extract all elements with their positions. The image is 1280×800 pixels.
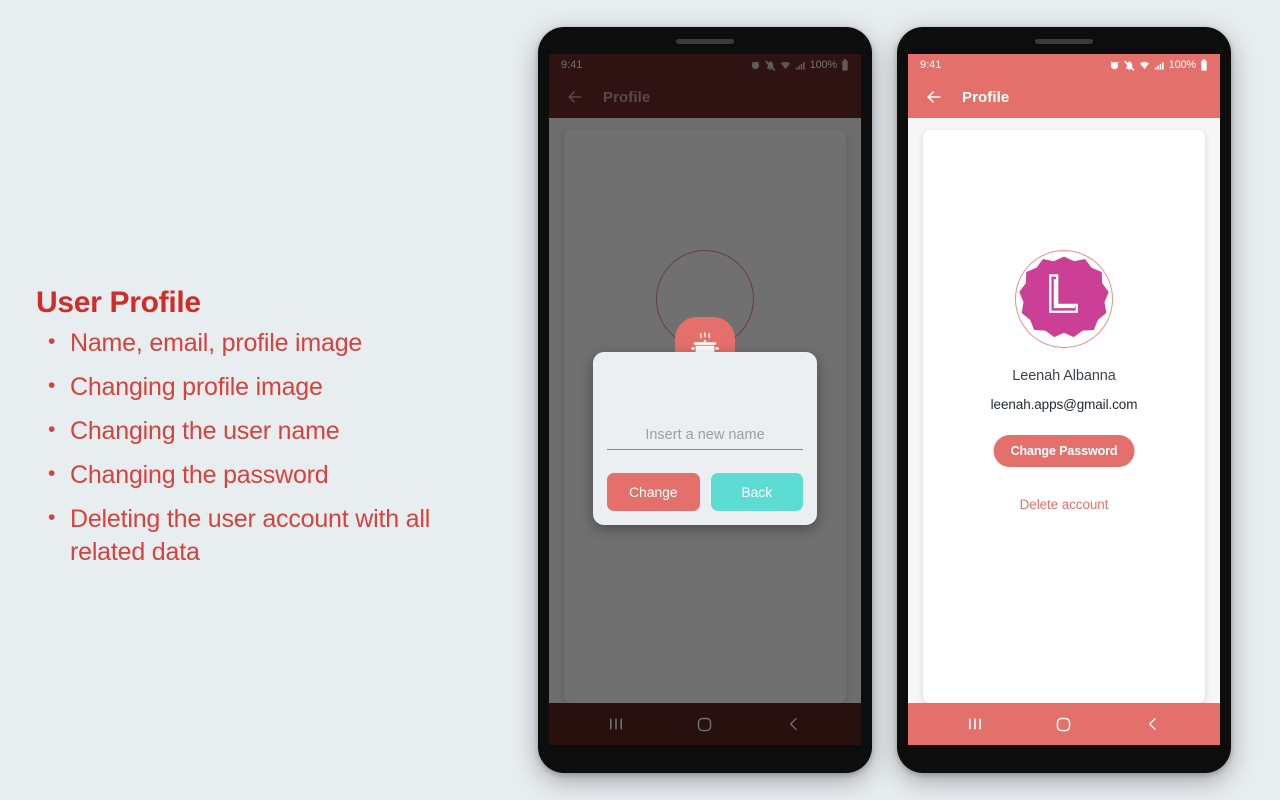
back-button[interactable]: Back	[710, 473, 803, 511]
rename-dialog-layer: Change Back	[549, 54, 861, 745]
battery-percent: 100%	[1168, 59, 1197, 71]
profile-name: Leenah Albanna	[1012, 368, 1116, 384]
list-item-label: Deleting the user account with all relat…	[70, 505, 431, 566]
battery-icon	[1200, 59, 1208, 71]
phone-mockup-profile: 9:41 100% Profile Leenah Albanna leenah.…	[897, 27, 1231, 773]
profile-email: leenah.apps@gmail.com	[990, 397, 1138, 412]
bullet-dot-icon: •	[48, 462, 56, 485]
list-item: • Changing the password	[36, 459, 506, 492]
phone-mockup-rename-dialog: 9:41 100%	[538, 27, 872, 773]
dialog-input-area	[593, 352, 817, 450]
list-item-label: Changing profile image	[70, 373, 323, 401]
list-item: • Changing the user name	[36, 415, 506, 448]
avatar[interactable]	[1015, 250, 1113, 348]
avatar-badge-icon	[1019, 256, 1109, 338]
delete-account-link[interactable]: Delete account	[923, 497, 1205, 512]
list-item: • Changing profile image	[36, 371, 506, 404]
status-bar: 9:41 100%	[908, 54, 1220, 76]
app-bar: Profile	[908, 76, 1220, 118]
home-icon[interactable]	[1050, 710, 1078, 738]
phone-screen: 9:41 100%	[549, 54, 861, 745]
dialog-actions: Change Back	[593, 450, 817, 511]
change-button[interactable]: Change	[607, 473, 700, 511]
status-icons: 100%	[1109, 59, 1208, 71]
bullet-dot-icon: •	[48, 330, 56, 353]
feature-bullet-list: • Name, email, profile image • Changing …	[36, 327, 506, 569]
slide-text-panel: User Profile • Name, email, profile imag…	[36, 286, 506, 580]
bullet-dot-icon: •	[48, 506, 56, 529]
speaker-grille	[1035, 39, 1093, 44]
status-time: 9:41	[920, 59, 942, 71]
page-title: User Profile	[36, 286, 201, 319]
signal-icon	[1154, 60, 1165, 71]
list-item-label: Changing the user name	[70, 417, 340, 445]
new-name-input[interactable]	[607, 427, 803, 450]
rename-dialog: Change Back	[593, 352, 817, 525]
profile-card: Leenah Albanna leenah.apps@gmail.com Cha…	[923, 130, 1205, 703]
recents-icon[interactable]	[961, 710, 989, 738]
phone-screen: 9:41 100%	[908, 54, 1220, 745]
alarm-icon	[1109, 60, 1120, 71]
list-item-label: Changing the password	[70, 461, 329, 489]
change-password-button[interactable]: Change Password	[993, 435, 1135, 467]
android-nav-bar	[908, 703, 1220, 745]
back-arrow-icon[interactable]	[924, 87, 944, 107]
list-item-label: Name, email, profile image	[70, 329, 363, 357]
screen-body: Leenah Albanna leenah.apps@gmail.com Cha…	[908, 118, 1220, 745]
mute-icon	[1123, 59, 1135, 71]
wifi-icon	[1139, 60, 1150, 71]
speaker-grille	[676, 39, 734, 44]
list-item: • Name, email, profile image	[36, 327, 506, 360]
bullet-dot-icon: •	[48, 418, 56, 441]
list-item: • Deleting the user account with all rel…	[36, 503, 506, 569]
app-bar-title: Profile	[962, 88, 1010, 106]
bullet-dot-icon: •	[48, 374, 56, 397]
back-icon[interactable]	[1139, 710, 1167, 738]
